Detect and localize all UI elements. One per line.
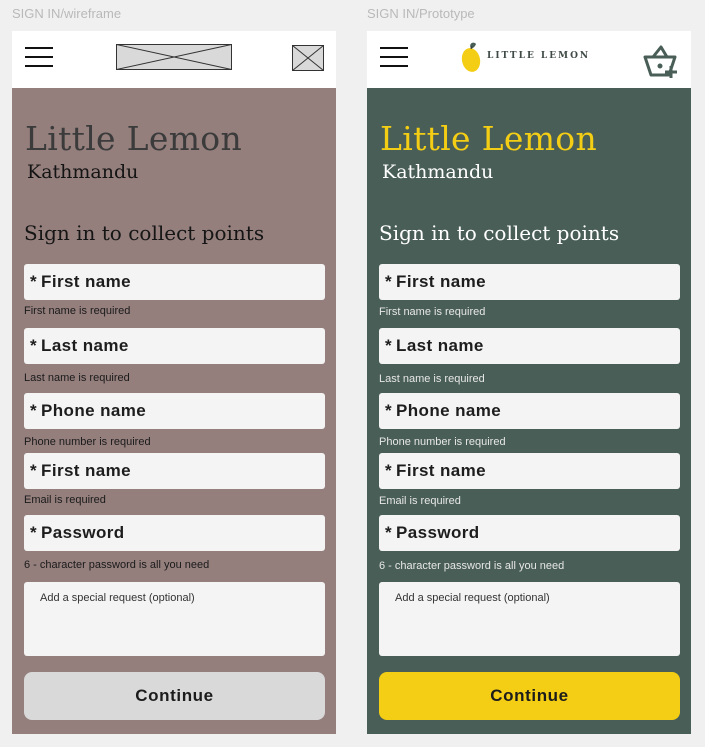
top-nav-bar: LITTLE LEMON bbox=[367, 31, 691, 88]
required-marker: * bbox=[30, 272, 38, 291]
phone-field[interactable]: * Phone name bbox=[24, 393, 325, 429]
first-name-hint: First name is required bbox=[379, 306, 486, 318]
first-name-field[interactable]: * First name bbox=[24, 264, 325, 300]
required-marker: * bbox=[30, 401, 38, 420]
menu-icon[interactable] bbox=[25, 47, 53, 67]
field-label: Password bbox=[41, 523, 125, 542]
last-name-hint: Last name is required bbox=[24, 372, 130, 384]
last-name-field[interactable]: * Last name bbox=[24, 328, 325, 364]
form-heading: Sign in to collect points bbox=[24, 221, 265, 245]
form-panel: Little Lemon Kathmandu Sign in to collec… bbox=[367, 88, 691, 734]
brand-logo[interactable]: LITTLE LEMON bbox=[461, 40, 591, 74]
password-hint: 6 - character password is all you need bbox=[24, 559, 210, 571]
field-label: First name bbox=[41, 461, 132, 480]
field-label: Last name bbox=[396, 336, 484, 355]
brand-subtitle: Kathmandu bbox=[27, 161, 139, 183]
lemon-logo-icon bbox=[461, 42, 481, 72]
email-hint: Email is required bbox=[379, 495, 461, 507]
required-marker: * bbox=[385, 461, 393, 480]
password-hint: 6 - character password is all you need bbox=[379, 560, 565, 572]
phone-hint: Phone number is required bbox=[379, 436, 506, 448]
required-marker: * bbox=[30, 523, 38, 542]
field-label: First name bbox=[396, 461, 487, 480]
field-label: First name bbox=[41, 272, 132, 291]
field-label: Phone name bbox=[41, 401, 147, 420]
frame-label-wireframe: SIGN IN/wireframe bbox=[12, 6, 122, 21]
special-request-textarea[interactable]: Add a special request (optional) bbox=[24, 582, 325, 656]
password-field[interactable]: * Password bbox=[379, 515, 680, 551]
prototype-screen: LITTLE LEMON Little Lemon Kathmandu Sign… bbox=[367, 31, 691, 734]
phone-field[interactable]: * Phone name bbox=[379, 393, 680, 429]
logo-text: LITTLE LEMON bbox=[487, 51, 591, 61]
required-marker: * bbox=[30, 336, 38, 355]
required-marker: * bbox=[385, 523, 393, 542]
continue-button[interactable]: Continue bbox=[379, 672, 680, 720]
field-label: Phone name bbox=[396, 401, 502, 420]
brand-subtitle: Kathmandu bbox=[382, 161, 494, 183]
email-hint: Email is required bbox=[24, 494, 106, 506]
wireframe-screen: Little Lemon Kathmandu Sign in to collec… bbox=[12, 31, 336, 734]
password-field[interactable]: * Password bbox=[24, 515, 325, 551]
last-name-field[interactable]: * Last name bbox=[379, 328, 680, 364]
required-marker: * bbox=[385, 401, 393, 420]
field-label: First name bbox=[396, 272, 487, 291]
required-marker: * bbox=[385, 272, 393, 291]
field-label: Password bbox=[396, 523, 480, 542]
field-label: Last name bbox=[41, 336, 129, 355]
required-marker: * bbox=[30, 461, 38, 480]
frame-label-prototype: SIGN IN/Prototype bbox=[367, 6, 475, 21]
brand-title: Little Lemon bbox=[25, 119, 243, 158]
email-field[interactable]: * First name bbox=[379, 453, 680, 489]
cart-add-icon[interactable] bbox=[641, 44, 679, 80]
special-request-textarea[interactable]: Add a special request (optional) bbox=[379, 582, 680, 656]
brand-title: Little Lemon bbox=[380, 119, 598, 158]
phone-hint: Phone number is required bbox=[24, 436, 151, 448]
last-name-hint: Last name is required bbox=[379, 373, 485, 385]
first-name-field[interactable]: * First name bbox=[379, 264, 680, 300]
first-name-hint: First name is required bbox=[24, 305, 131, 317]
continue-button[interactable]: Continue bbox=[24, 672, 325, 720]
logo-placeholder-icon bbox=[116, 44, 232, 70]
form-panel: Little Lemon Kathmandu Sign in to collec… bbox=[12, 88, 336, 734]
cart-placeholder-icon[interactable] bbox=[292, 45, 324, 71]
top-nav-bar bbox=[12, 31, 336, 88]
email-field[interactable]: * First name bbox=[24, 453, 325, 489]
menu-icon[interactable] bbox=[380, 47, 408, 67]
required-marker: * bbox=[385, 336, 393, 355]
form-heading: Sign in to collect points bbox=[379, 221, 620, 245]
